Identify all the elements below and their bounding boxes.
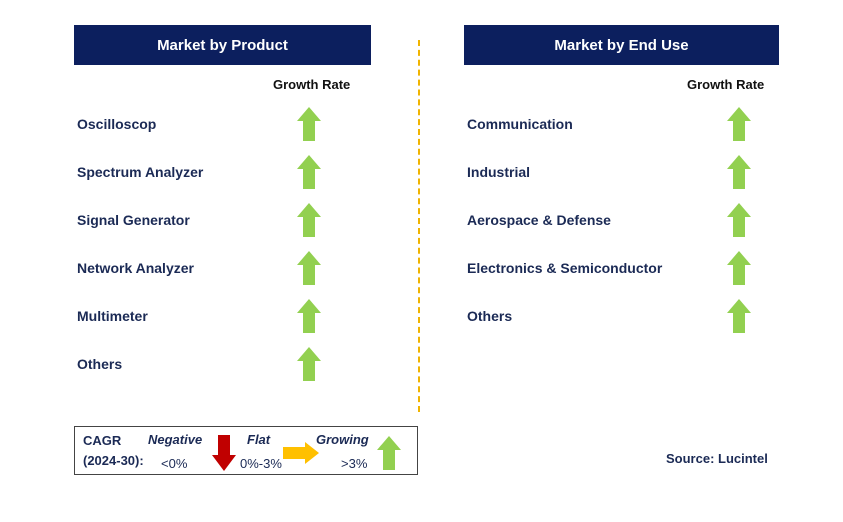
legend-growing: Growing	[316, 432, 369, 447]
growing-arrow-icon	[727, 203, 751, 237]
product-header: Market by Product	[74, 25, 371, 65]
legend-negative-range: <0%	[161, 456, 188, 471]
legend-cagr: CAGR	[83, 433, 122, 448]
end-use-growth-rate-label: Growth Rate	[687, 77, 765, 92]
legend-flat: Flat	[247, 432, 271, 447]
end-use-item: Others	[467, 308, 513, 324]
flat-arrow-icon	[283, 442, 319, 464]
growing-arrow-icon	[297, 347, 321, 381]
product-item: Network Analyzer	[77, 260, 194, 276]
product-item: Spectrum Analyzer	[77, 164, 204, 180]
growing-arrow-icon	[297, 203, 321, 237]
product-item: Signal Generator	[77, 212, 190, 228]
growing-arrow-icon	[297, 107, 321, 141]
growing-arrow-icon	[297, 155, 321, 189]
source: Source: Lucintel	[666, 451, 768, 466]
end-use-item: Aerospace & Defense	[467, 212, 611, 228]
negative-arrow-icon	[212, 435, 236, 471]
end-use-item: Industrial	[467, 164, 531, 180]
growing-arrow-icon	[297, 299, 321, 333]
growing-arrow-icon	[297, 251, 321, 285]
product-item: Others	[77, 356, 123, 372]
end-use-item: Electronics & Semiconductor	[467, 260, 663, 276]
legend-period: (2024-30):	[83, 453, 144, 468]
growing-arrow-icon	[727, 155, 751, 189]
legend-negative: Negative	[148, 432, 203, 447]
legend: CAGR (2024-30): Negative <0% Flat 0%-3% …	[74, 426, 418, 475]
growing-arrow-icon	[727, 251, 751, 285]
end-use-item: Communication	[467, 116, 573, 132]
growing-arrow-icon	[377, 436, 401, 470]
growing-arrow-icon	[727, 107, 751, 141]
divider	[418, 40, 420, 412]
growing-arrow-icon	[727, 299, 751, 333]
product-item: Oscilloscop	[77, 116, 157, 132]
legend-flat-range: 0%-3%	[240, 456, 282, 471]
product-growth-rate-label: Growth Rate	[273, 77, 351, 92]
legend-growing-range: >3%	[341, 456, 368, 471]
product-item: Multimeter	[77, 308, 148, 324]
end-use-header: Market by End Use	[464, 25, 779, 65]
